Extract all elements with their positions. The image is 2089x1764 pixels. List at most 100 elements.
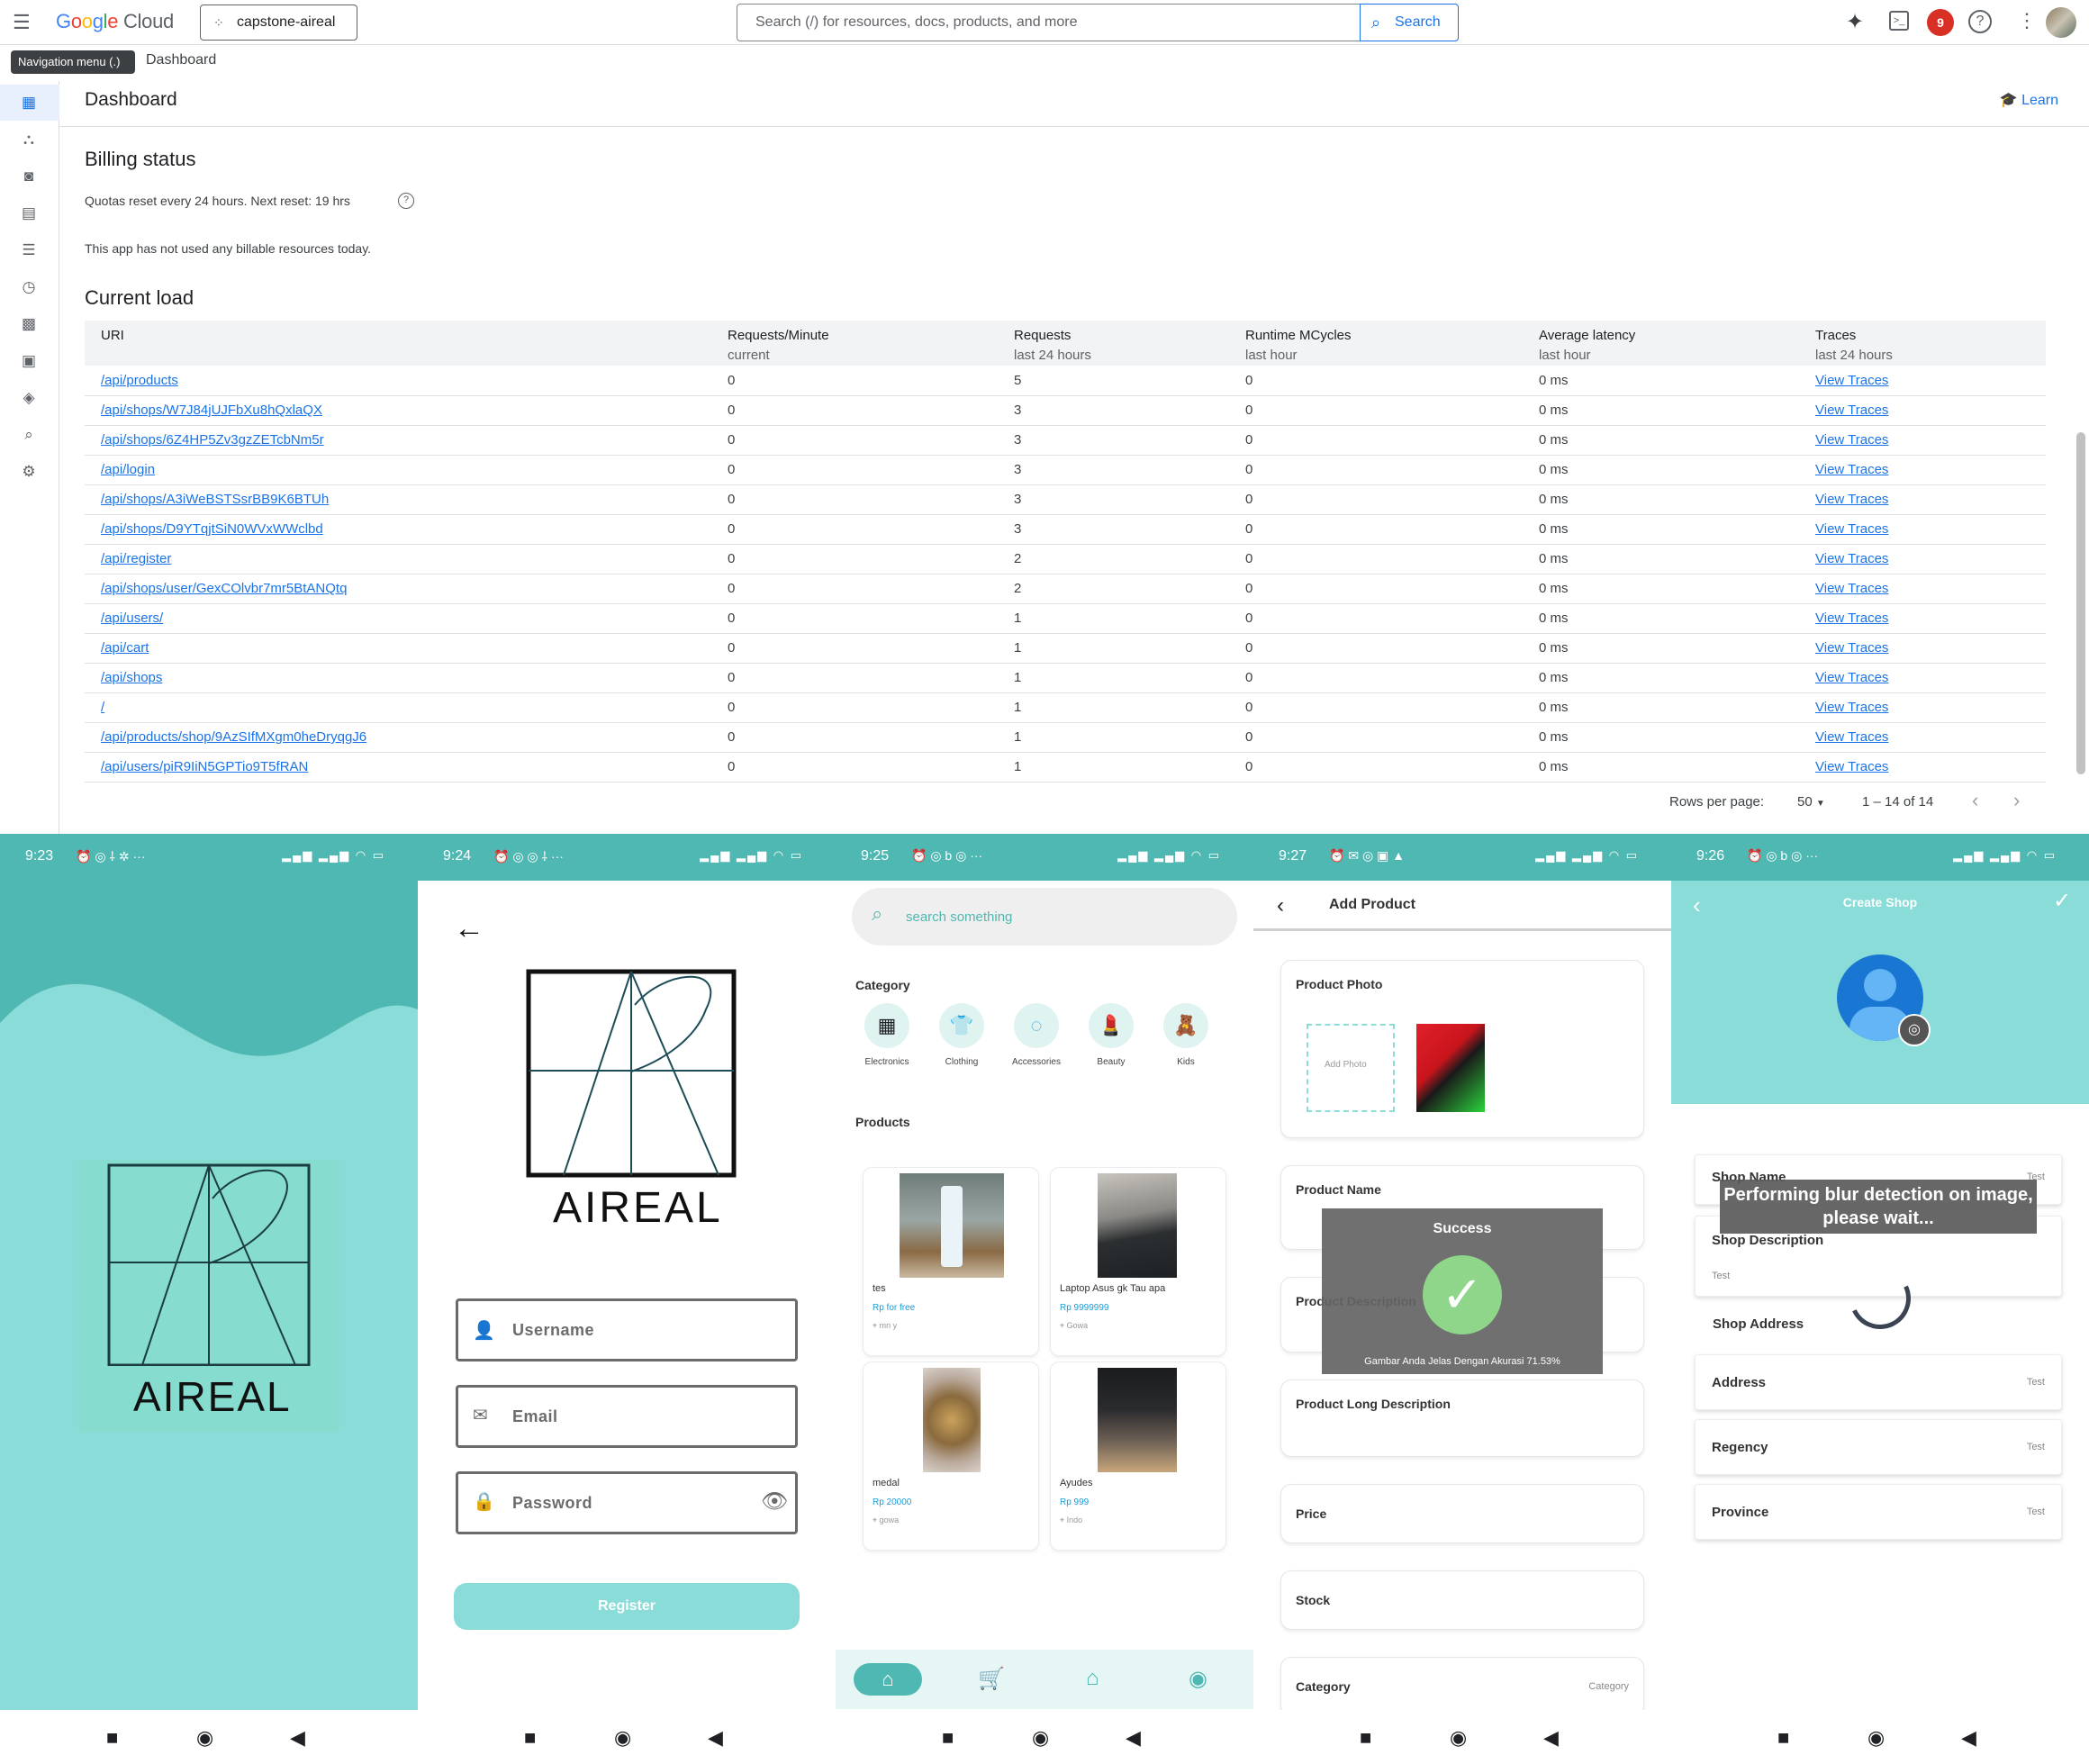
confirm-check-icon[interactable]: ✓ xyxy=(2053,888,2071,914)
home-nav-icon[interactable]: ◉ xyxy=(1032,1726,1049,1750)
cell-uri[interactable]: /api/shops/W7J84jUJFbXu8hQxlaQX xyxy=(85,395,728,426)
back-nav-icon[interactable]: ◀ xyxy=(1543,1726,1559,1750)
firewall-icon[interactable]: ▩ xyxy=(20,315,38,333)
back-nav-icon[interactable]: ◀ xyxy=(708,1726,723,1750)
home-nav-icon[interactable]: ◉ xyxy=(1450,1726,1467,1750)
search-input[interactable]: Search (/) for resources, docs, products… xyxy=(737,4,1361,41)
recent-apps-icon[interactable]: ■ xyxy=(1777,1726,1789,1750)
cell-uri[interactable]: /api/login xyxy=(85,455,728,485)
province-field[interactable]: Province Test xyxy=(1695,1484,2062,1540)
cell-tr[interactable]: View Traces xyxy=(1815,574,2046,604)
uri-link[interactable]: /api/products/shop/9AzSIfMXgm0heDryqgJ6 xyxy=(101,729,366,745)
quota-help-icon[interactable]: ? xyxy=(398,193,414,209)
password-field[interactable]: 🔒 Password 👁 xyxy=(456,1471,798,1534)
uri-link[interactable]: /api/products xyxy=(101,373,178,388)
header-traces[interactable]: Traces last 24 hours xyxy=(1815,321,2046,366)
beauty-category-icon[interactable]: 💄 xyxy=(1089,1003,1134,1048)
view-traces-link[interactable]: View Traces xyxy=(1815,373,1888,388)
cell-tr[interactable]: View Traces xyxy=(1815,544,2046,574)
uri-link[interactable]: /api/users/piR9IiN5GPTio9T5fRAN xyxy=(101,759,308,774)
memcache-icon[interactable]: ◈ xyxy=(20,389,38,407)
view-traces-link[interactable]: View Traces xyxy=(1815,729,1888,745)
product-card[interactable]: tes Rp for free ⌖ mn y xyxy=(863,1167,1039,1356)
hamburger-menu-icon[interactable]: ☰ xyxy=(13,11,31,34)
settings-icon[interactable]: ⚙ xyxy=(20,463,38,481)
versions-icon[interactable]: ◙ xyxy=(20,167,38,185)
back-arrow-icon[interactable]: ← xyxy=(454,911,484,946)
uri-link[interactable]: /api/register xyxy=(101,551,171,566)
view-traces-link[interactable]: View Traces xyxy=(1815,432,1888,448)
view-traces-link[interactable]: View Traces xyxy=(1815,700,1888,715)
search-api-icon[interactable]: ⌕ xyxy=(20,426,38,444)
back-nav-icon[interactable]: ◀ xyxy=(1126,1726,1141,1750)
recent-apps-icon[interactable]: ■ xyxy=(106,1726,118,1750)
uri-link[interactable]: /api/shops/W7J84jUJFbXu8hQxlaQX xyxy=(101,403,322,418)
cell-uri[interactable]: /api/shops/A3iWeBSTSsrBB9K6BTUh xyxy=(85,484,728,515)
instances-icon[interactable]: ▤ xyxy=(20,204,38,222)
view-traces-link[interactable]: View Traces xyxy=(1815,551,1888,566)
task-queues-icon[interactable]: ☰ xyxy=(20,241,38,259)
header-average-latency[interactable]: Average latency last hour xyxy=(1539,321,1815,366)
view-traces-link[interactable]: View Traces xyxy=(1815,611,1888,626)
home-nav-icon[interactable]: ◉ xyxy=(614,1726,631,1750)
back-chevron-icon[interactable]: ‹ xyxy=(1277,893,1284,918)
cell-uri[interactable]: /api/users/piR9IiN5GPTio9T5fRAN xyxy=(85,752,728,782)
google-cloud-logo[interactable]: Google Cloud xyxy=(56,10,174,33)
tab-home[interactable]: ⌂ xyxy=(854,1663,922,1696)
dashboard-icon[interactable]: ▦ xyxy=(20,94,38,112)
cell-uri[interactable]: /api/register xyxy=(85,544,728,574)
more-options-icon[interactable]: ⋮ xyxy=(2017,9,2037,32)
product-photo-thumbnail[interactable] xyxy=(1416,1024,1485,1112)
stock-card[interactable]: Stock xyxy=(1280,1570,1644,1630)
regency-field[interactable]: Regency Test xyxy=(1695,1419,2062,1475)
cell-tr[interactable]: View Traces xyxy=(1815,603,2046,634)
add-photo-button[interactable]: Add Photo xyxy=(1307,1024,1395,1112)
cell-tr[interactable]: View Traces xyxy=(1815,722,2046,753)
shop-icon[interactable]: ⌂ xyxy=(1086,1666,1099,1691)
cell-uri[interactable]: /api/products xyxy=(85,366,728,396)
category-card[interactable]: Category Category xyxy=(1280,1657,1644,1716)
cell-tr[interactable]: View Traces xyxy=(1815,484,2046,515)
header-uri[interactable]: URI xyxy=(85,321,728,366)
quotas-icon[interactable]: ▣ xyxy=(20,352,38,370)
cell-uri[interactable]: /api/cart xyxy=(85,633,728,664)
visibility-eye-icon[interactable]: 👁 xyxy=(761,1488,788,1515)
next-page-icon[interactable]: › xyxy=(2013,789,2020,812)
back-nav-icon[interactable]: ◀ xyxy=(290,1726,305,1750)
register-button[interactable]: Register xyxy=(454,1583,800,1630)
cloud-shell-icon[interactable]: >_ xyxy=(1889,11,1909,31)
uri-link[interactable]: / xyxy=(101,700,104,715)
email-field[interactable]: ✉ Email xyxy=(456,1385,798,1448)
product-card[interactable]: Laptop Asus gk Tau apa Rp 9999999 ⌖ Gowa xyxy=(1050,1167,1226,1356)
uri-link[interactable]: /api/shops/6Z4HP5Zv3gzZETcbNm5r xyxy=(101,432,324,448)
cell-uri[interactable]: /api/users/ xyxy=(85,603,728,634)
electronics-category-icon[interactable]: ▦ xyxy=(864,1003,909,1048)
search-button[interactable]: ⌕ Search xyxy=(1360,4,1459,41)
cell-uri[interactable]: /api/products/shop/9AzSIfMXgm0heDryqgJ6 xyxy=(85,722,728,753)
recent-apps-icon[interactable]: ■ xyxy=(1360,1726,1371,1750)
profile-icon[interactable]: ◉ xyxy=(1189,1666,1207,1692)
cell-uri[interactable]: /api/shops/6Z4HP5Zv3gzZETcbNm5r xyxy=(85,425,728,456)
header-requests-minute[interactable]: Requests/Minute current xyxy=(728,321,1014,366)
cron-jobs-icon[interactable]: ◷ xyxy=(20,278,38,296)
uri-link[interactable]: /api/shops/A3iWeBSTSsrBB9K6BTUh xyxy=(101,492,329,507)
help-icon[interactable]: ? xyxy=(1968,10,1992,33)
header-runtime-mcycles[interactable]: Runtime MCycles last hour xyxy=(1245,321,1539,366)
home-nav-icon[interactable]: ◉ xyxy=(1867,1726,1885,1750)
uri-link[interactable]: /api/shops/user/GexCOlvbr7mr5BtANQtq xyxy=(101,581,347,596)
learn-link[interactable]: 🎓 Learn xyxy=(2000,91,2058,109)
back-nav-icon[interactable]: ◀ xyxy=(1961,1726,1976,1750)
notifications-badge[interactable]: 9 xyxy=(1927,9,1954,36)
view-traces-link[interactable]: View Traces xyxy=(1815,759,1888,774)
view-traces-link[interactable]: View Traces xyxy=(1815,670,1888,685)
uri-link[interactable]: /api/shops/D9YTqjtSiN0WVxWWclbd xyxy=(101,521,323,537)
cell-uri[interactable]: /api/shops/D9YTqjtSiN0WVxWWclbd xyxy=(85,514,728,545)
accessories-category-icon[interactable]: ◌ xyxy=(1014,1003,1059,1048)
cell-tr[interactable]: View Traces xyxy=(1815,514,2046,545)
view-traces-link[interactable]: View Traces xyxy=(1815,640,1888,656)
search-bar[interactable]: ⌕ search something xyxy=(852,888,1237,945)
cell-tr[interactable]: View Traces xyxy=(1815,366,2046,396)
cell-tr[interactable]: View Traces xyxy=(1815,395,2046,426)
username-field[interactable]: 👤 Username xyxy=(456,1298,798,1361)
cell-uri[interactable]: /api/shops xyxy=(85,663,728,693)
